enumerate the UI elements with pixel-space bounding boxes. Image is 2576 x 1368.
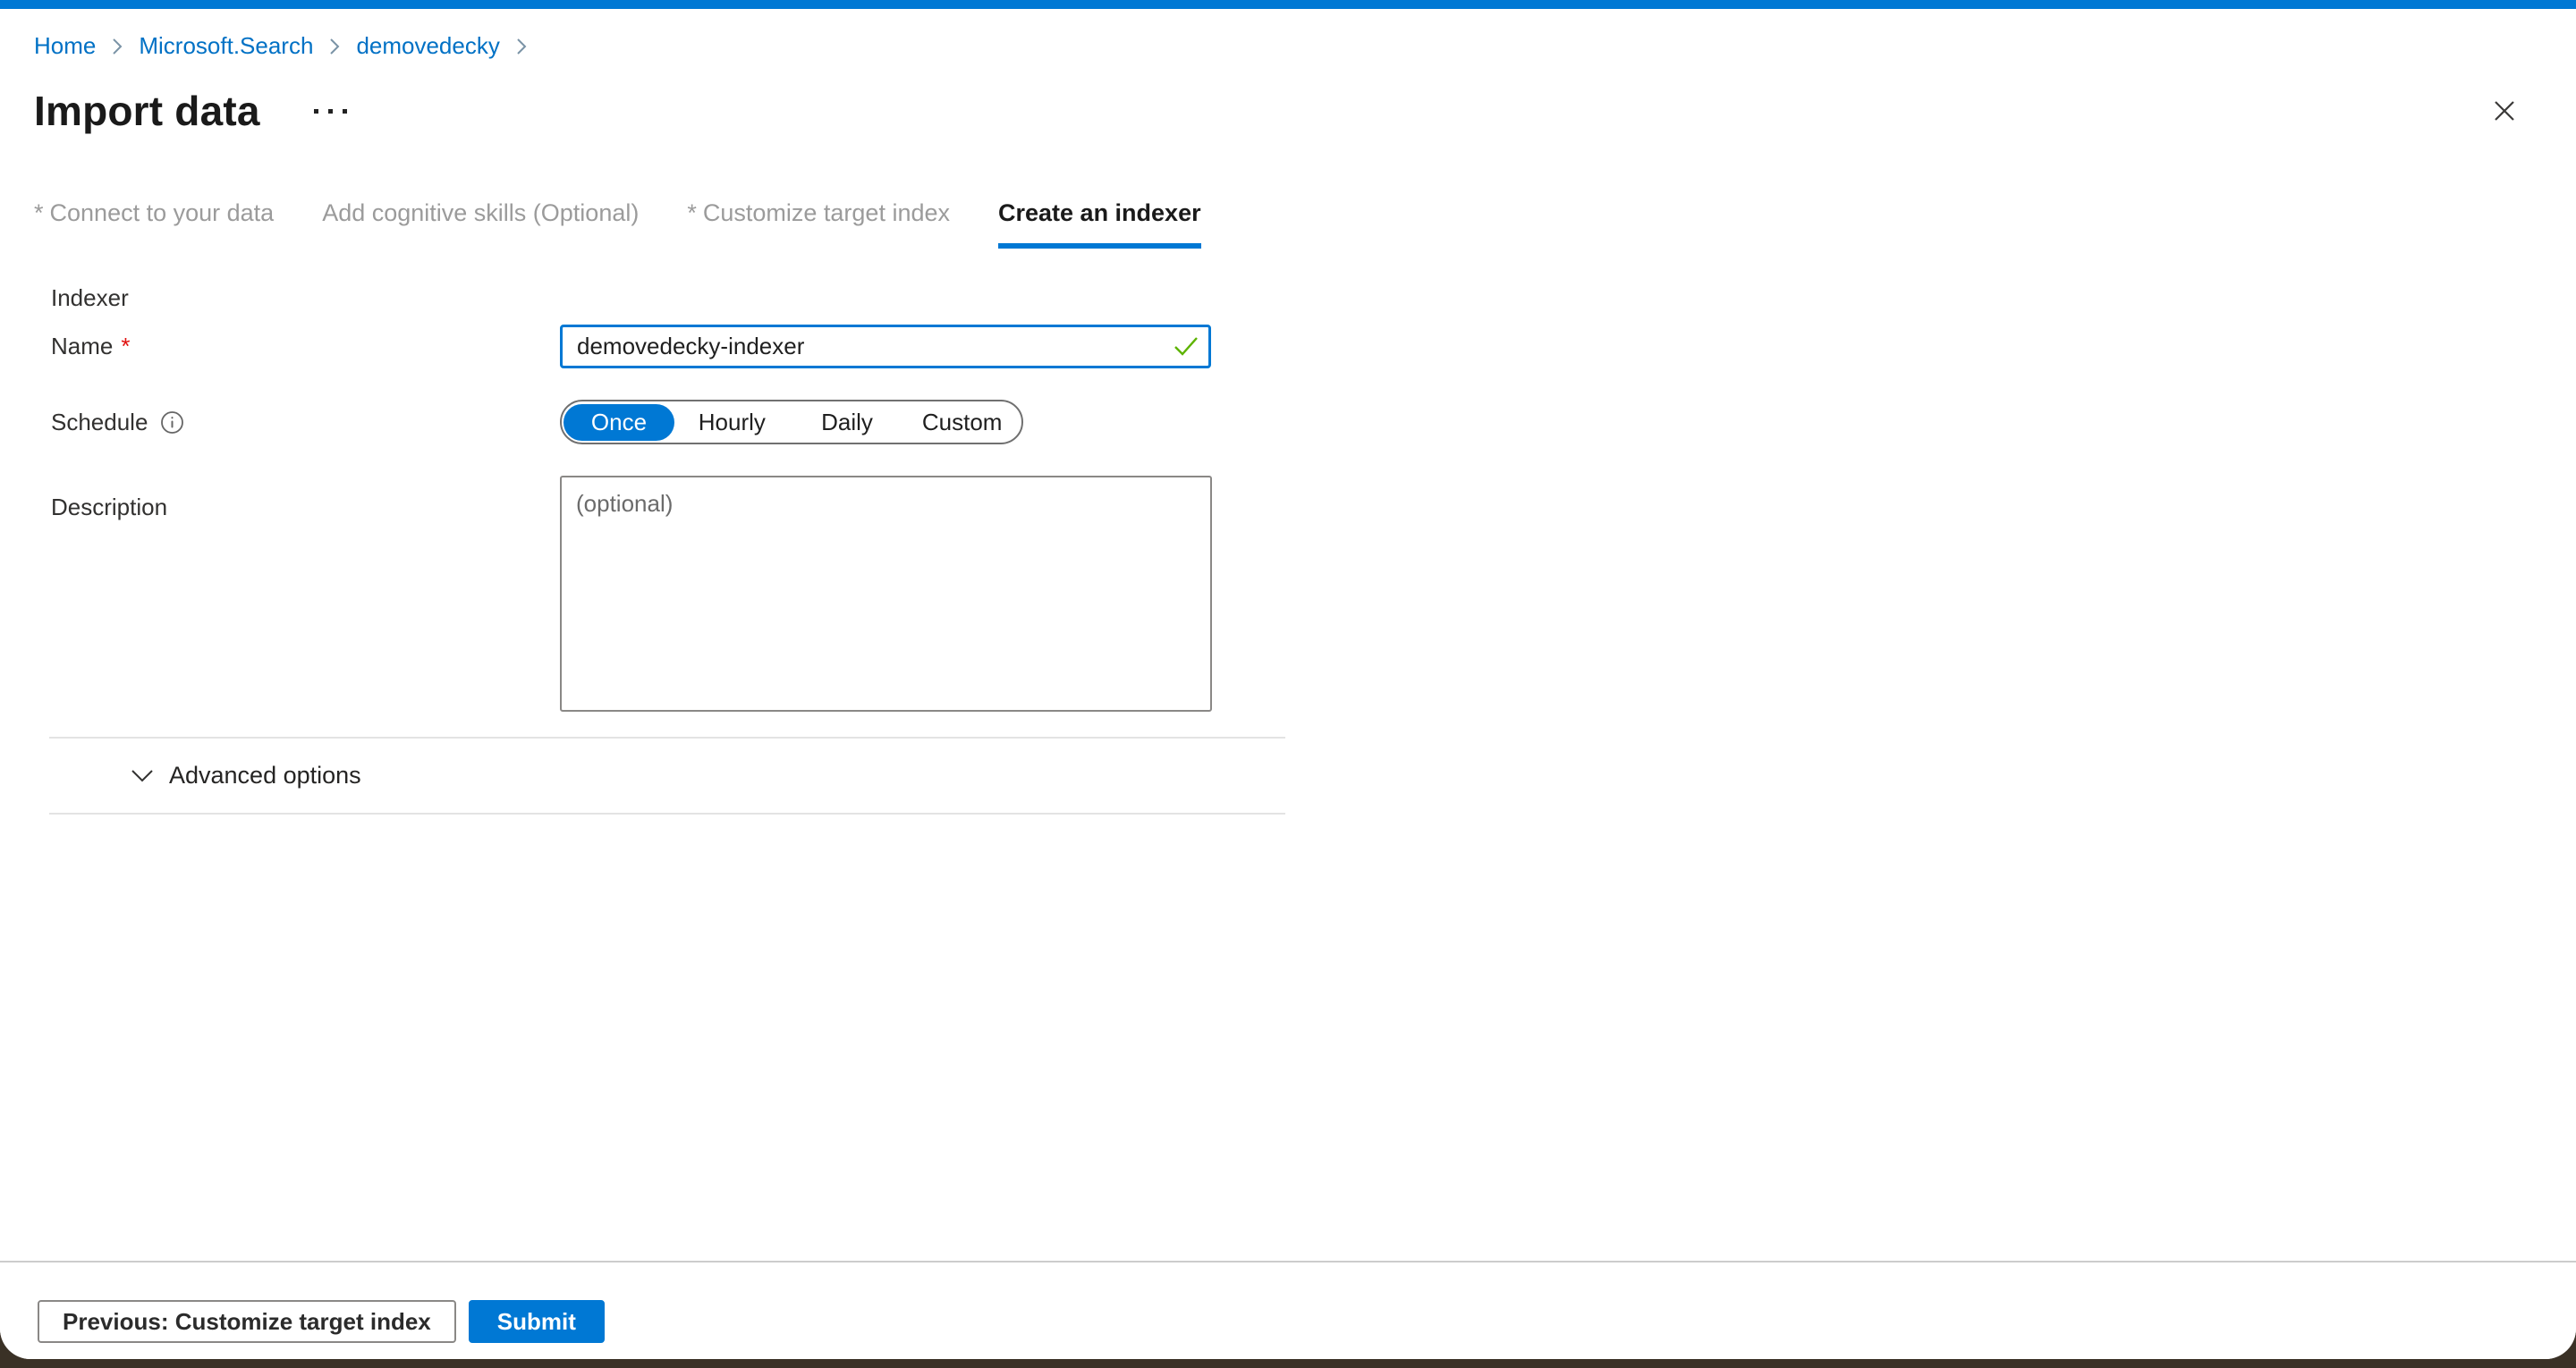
close-icon[interactable] — [2485, 91, 2524, 131]
chevron-down-icon — [130, 768, 155, 784]
description-label: Description — [51, 476, 560, 521]
chevron-right-icon — [327, 37, 342, 56]
section-title-indexer: Indexer — [51, 284, 2576, 312]
chevron-right-icon — [110, 37, 124, 56]
description-textarea[interactable] — [560, 476, 1212, 712]
submit-button[interactable]: Submit — [469, 1300, 605, 1343]
tab-add-cognitive-skills[interactable]: Add cognitive skills (Optional) — [322, 199, 639, 249]
schedule-option-custom[interactable]: Custom — [904, 404, 1020, 441]
name-label: Name* — [51, 333, 560, 360]
schedule-option-hourly[interactable]: Hourly — [674, 404, 790, 441]
required-marker: * — [687, 199, 697, 226]
schedule-option-once[interactable]: Once — [564, 404, 674, 441]
page-title: Import data — [34, 87, 260, 135]
schedule-segmented-control: Once Hourly Daily Custom — [560, 400, 1023, 444]
required-marker: * — [34, 199, 44, 226]
tab-connect-to-your-data[interactable]: *Connect to your data — [34, 199, 274, 249]
valid-check-icon — [1174, 335, 1199, 361]
wizard-footer: Previous: Customize target index Submit — [0, 1261, 2576, 1359]
import-data-page: Home Microsoft.Search demovedecky Import… — [0, 9, 2576, 1359]
breadcrumb-demovedecky-link[interactable]: demovedecky — [356, 32, 499, 60]
tab-create-an-indexer[interactable]: Create an indexer — [998, 199, 1201, 249]
page-header: Import data — [0, 60, 2576, 135]
required-marker: * — [121, 333, 130, 360]
indexer-name-input[interactable] — [560, 325, 1211, 368]
advanced-options-toggle[interactable]: Advanced options — [51, 739, 361, 813]
wizard-tabs: *Connect to your data Add cognitive skil… — [0, 199, 2576, 249]
schedule-option-daily[interactable]: Daily — [790, 404, 905, 441]
schedule-row: Schedule Once Hourly Daily Custom — [51, 400, 2576, 444]
tab-customize-target-index[interactable]: *Customize target index — [687, 199, 950, 249]
more-options-icon[interactable] — [307, 102, 354, 121]
schedule-label: Schedule — [51, 409, 560, 436]
chevron-right-icon — [514, 37, 529, 56]
description-row: Description — [51, 476, 2576, 712]
previous-step-button[interactable]: Previous: Customize target index — [38, 1300, 456, 1343]
name-row: Name* — [51, 325, 2576, 368]
top-accent-bar — [0, 0, 2576, 9]
info-icon[interactable] — [160, 410, 184, 435]
breadcrumb-home-link[interactable]: Home — [34, 32, 96, 60]
advanced-options-label: Advanced options — [169, 762, 361, 790]
divider — [49, 813, 1285, 815]
breadcrumb-microsoft-search-link[interactable]: Microsoft.Search — [139, 32, 313, 60]
indexer-form: Indexer Name* Schedule — [0, 249, 2576, 815]
breadcrumb: Home Microsoft.Search demovedecky — [0, 9, 2576, 60]
